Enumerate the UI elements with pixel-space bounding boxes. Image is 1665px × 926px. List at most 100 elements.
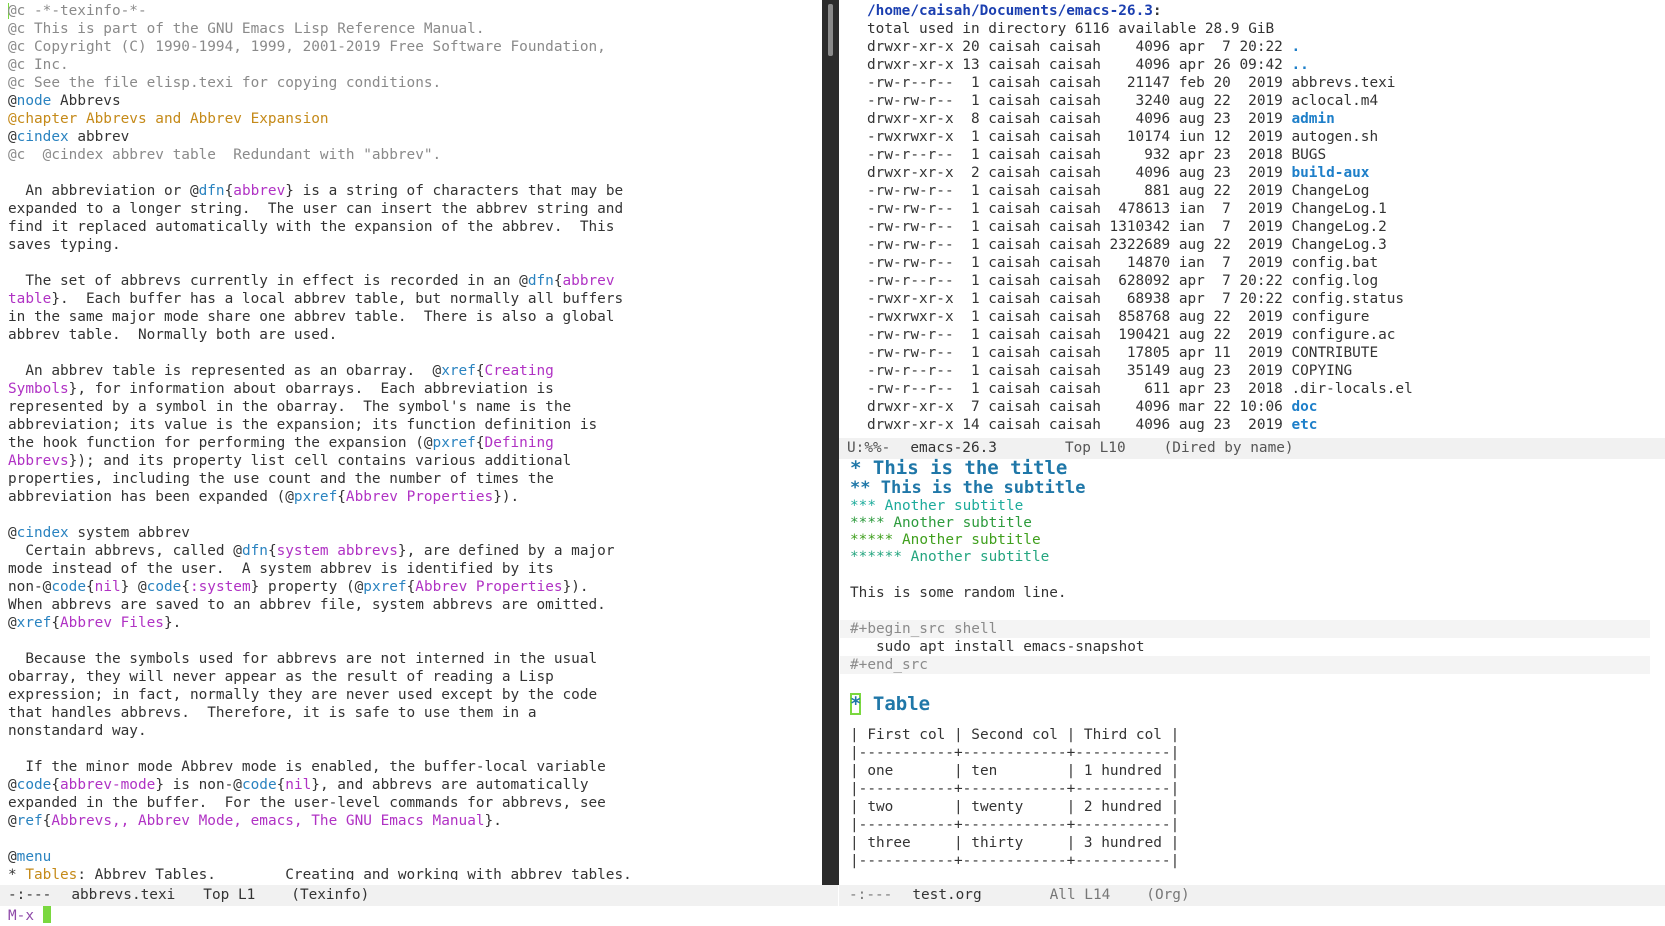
dired-entry[interactable]: -rw-rw-r-- 1 caisah caisah 2322689 aug 22 201… [867, 236, 1413, 254]
texinfo-line[interactable]: @chapter Abbrevs and Abbrev Expansion [8, 110, 632, 128]
dired-entry-filename[interactable]: autogen.sh [1291, 129, 1378, 145]
dired-entry-dirname[interactable]: . [1291, 39, 1300, 55]
texinfo-line[interactable]: Because the symbols used for abbrevs are… [8, 650, 632, 668]
dired-entry-filename[interactable]: CONTRIBUTE [1291, 345, 1378, 361]
dired-entry[interactable]: drwxr-xr-x 2 caisah caisah 4096 aug 23 2019 bu… [867, 164, 1413, 182]
texinfo-buffer-text[interactable]: @c -*-texinfo-*- @c This is part of the G… [8, 2, 632, 880]
org-heading-text[interactable]: Table [873, 693, 930, 715]
texinfo-line[interactable]: in the same major mode share one abbrev … [8, 308, 632, 326]
dired-entry[interactable]: -rwxr-xr-x 1 caisah caisah 68938 apr 7 20:22 c… [867, 290, 1413, 308]
texinfo-line[interactable] [8, 254, 632, 272]
texinfo-line[interactable]: abbreviation has been expanded (@pxref{A… [8, 488, 632, 506]
org-heading-text[interactable]: Another subtitle [885, 498, 1024, 514]
dired-entry[interactable]: drwxr-xr-x 7 caisah caisah 4096 mar 22 10:06 d… [867, 398, 1413, 416]
texinfo-line[interactable]: obarray, they will never appear as the r… [8, 668, 632, 686]
texinfo-line[interactable] [8, 632, 632, 650]
scrollbar-thumb[interactable] [828, 4, 833, 56]
org-heading-text[interactable]: Another subtitle [902, 532, 1041, 548]
dired-entry[interactable]: -rwxrwxr-x 1 caisah caisah 10174 iun 12 2019 a… [867, 128, 1413, 146]
org-table-row[interactable]: | two | twenty | 2 hundred | [850, 798, 1650, 816]
texinfo-line[interactable]: nonstandard way. [8, 722, 632, 740]
org-heading-6[interactable]: ****** Another subtitle [850, 549, 1650, 566]
org-src-body[interactable]: sudo apt install emacs-snapshot [850, 638, 1650, 656]
texinfo-line[interactable]: When abbrevs are saved to an abbrev file… [8, 596, 632, 614]
texinfo-line[interactable] [8, 164, 632, 182]
dired-entry-filename[interactable]: config.bat [1291, 255, 1378, 271]
texinfo-line[interactable]: mode instead of the user. A system abbre… [8, 560, 632, 578]
dired-entry[interactable]: -rw-r--r-- 1 caisah caisah 21147 feb 20 2019 a… [867, 74, 1413, 92]
texinfo-buffer-window[interactable]: @c -*-texinfo-*- @c This is part of the G… [0, 0, 822, 880]
texinfo-line[interactable]: Abbrevs}); and its property list cell co… [8, 452, 632, 470]
dired-entry-filename[interactable]: ChangeLog.2 [1291, 219, 1386, 235]
dired-entry[interactable]: -rw-rw-r-- 1 caisah caisah 190421 aug 22 2019… [867, 326, 1413, 344]
dired-entry[interactable]: -rw-rw-r-- 1 caisah caisah 14870 ian 7 2019 co… [867, 254, 1413, 272]
modeline-texinfo-buffer[interactable]: abbrevs.texi [71, 887, 175, 903]
texinfo-line[interactable]: expression; in fact, normally they are n… [8, 686, 632, 704]
texinfo-line[interactable]: @code{abbrev-mode} is non-@code{nil}, an… [8, 776, 632, 794]
texinfo-line[interactable]: @ref{Abbrevs,, Abbrev Mode, emacs, The G… [8, 812, 632, 830]
org-src-begin[interactable]: #+begin_src shell [840, 620, 1650, 638]
dired-entry-filename[interactable]: config.log [1291, 273, 1378, 289]
dired-entry-filename[interactable]: BUGS [1291, 147, 1326, 163]
texinfo-line[interactable]: expanded to a longer string. The user ca… [8, 200, 632, 218]
org-blank-line[interactable] [850, 602, 1650, 620]
texinfo-line[interactable]: the hook function for performing the exp… [8, 434, 632, 452]
org-heading-1[interactable]: * This is the title [850, 458, 1650, 478]
modeline-org-buffer[interactable]: test.org [912, 887, 981, 903]
dired-entry[interactable]: -rw-r--r-- 1 caisah caisah 932 apr 23 2018 BUG… [867, 146, 1413, 164]
modeline-dired-mode[interactable]: (Dired by name) [1164, 440, 1294, 456]
org-table-rule[interactable]: |-----------+------------+-----------| [850, 780, 1650, 798]
minibuffer[interactable]: M-x [8, 906, 51, 925]
org-table-row[interactable]: | First col | Second col | Third col | [850, 726, 1650, 744]
dired-entry[interactable]: -rw-r--r-- 1 caisah caisah 628092 apr 7 20:22… [867, 272, 1413, 290]
dired-entry[interactable]: -rw-rw-r-- 1 caisah caisah 478613 ian 7 2019 C… [867, 200, 1413, 218]
dired-entry[interactable]: -rw-rw-r-- 1 caisah caisah 1310342 ian 7 2019… [867, 218, 1413, 236]
texinfo-line[interactable]: expanded in the buffer. For the user-lev… [8, 794, 632, 812]
dired-entry-dirname[interactable]: admin [1291, 111, 1334, 127]
modeline-org-mode[interactable]: (Org) [1146, 887, 1189, 903]
dired-entry-filename[interactable]: .dir-locals.el [1291, 381, 1412, 397]
texinfo-line[interactable]: The set of abbrevs currently in effect i… [8, 272, 632, 290]
dired-entry-filename[interactable]: aclocal.m4 [1291, 93, 1378, 109]
texinfo-line[interactable]: abbrev table. Normally both are used. [8, 326, 632, 344]
dired-buffer-window[interactable]: /home/caisah/Documents/emacs-26.3: total… [839, 0, 1665, 438]
dired-entry-filename[interactable]: ChangeLog.3 [1291, 237, 1386, 253]
texinfo-line[interactable]: properties, including the use count and … [8, 470, 632, 488]
org-blank-line[interactable] [850, 674, 1650, 692]
texinfo-line[interactable]: non-@code{nil} @code{:system} property (… [8, 578, 632, 596]
texinfo-line[interactable]: @xref{Abbrev Files}. [8, 614, 632, 632]
org-table-rule[interactable]: |-----------+------------+-----------| [850, 816, 1650, 834]
texinfo-line[interactable]: An abbreviation or @dfn{abbrev} is a str… [8, 182, 632, 200]
texinfo-line[interactable]: An abbrev table is represented as an oba… [8, 362, 632, 380]
texinfo-line[interactable]: @node Abbrevs [8, 92, 632, 110]
texinfo-line[interactable]: @c Copyright (C) 1990-1994, 1999, 2001-2… [8, 38, 632, 56]
dired-entry-dirname[interactable]: build-aux [1291, 165, 1369, 181]
org-heading-text[interactable]: Another subtitle [893, 515, 1032, 531]
dired-entry-filename[interactable]: COPYING [1291, 363, 1352, 379]
org-buffer-window[interactable]: * This is the title ** This is the subtit… [839, 458, 1665, 883]
texinfo-line[interactable]: @cindex system abbrev [8, 524, 632, 542]
org-blank-line[interactable] [850, 566, 1650, 584]
dired-entry-dirname[interactable]: doc [1291, 399, 1317, 415]
dired-entry-filename[interactable]: configure.ac [1291, 327, 1395, 343]
org-table-row[interactable]: | three | thirty | 3 hundred | [850, 834, 1650, 852]
org-heading-text[interactable]: This is the title [873, 458, 1067, 479]
dired-entry[interactable]: drwxr-xr-x 14 caisah caisah 4096 aug 23 2019 e… [867, 416, 1413, 434]
org-blank-line[interactable] [850, 716, 1650, 726]
dired-entry-filename[interactable]: abbrevs.texi [1291, 75, 1395, 91]
texinfo-line[interactable]: @c This is part of the GNU Emacs Lisp Re… [8, 20, 632, 38]
dired-entry-dirname[interactable]: etc [1291, 417, 1317, 433]
dired-entry-filename[interactable]: ChangeLog.1 [1291, 201, 1386, 217]
texinfo-line[interactable]: table}. Each buffer has a local abbrev t… [8, 290, 632, 308]
texinfo-line[interactable]: @c @cindex abbrev table Redundant with "… [8, 146, 632, 164]
texinfo-line[interactable] [8, 506, 632, 524]
dired-entry-dirname[interactable]: .. [1291, 57, 1308, 73]
org-src-end[interactable]: #+end_src [840, 656, 1650, 674]
dired-entry[interactable]: -rw-r--r-- 1 caisah caisah 35149 aug 23 2019 C… [867, 362, 1413, 380]
dired-entry[interactable]: -rw-rw-r-- 1 caisah caisah 881 aug 22 2019 Cha… [867, 182, 1413, 200]
org-heading-text[interactable]: This is the subtitle [881, 478, 1086, 498]
org-heading-text[interactable]: Another subtitle [911, 549, 1050, 565]
dired-entry[interactable]: -rw-rw-r-- 1 caisah caisah 17805 apr 11 2019 C… [867, 344, 1413, 362]
org-heading-2[interactable]: ** This is the subtitle [850, 478, 1650, 498]
texinfo-line[interactable]: that handles abbrevs. Therefore, it is s… [8, 704, 632, 722]
